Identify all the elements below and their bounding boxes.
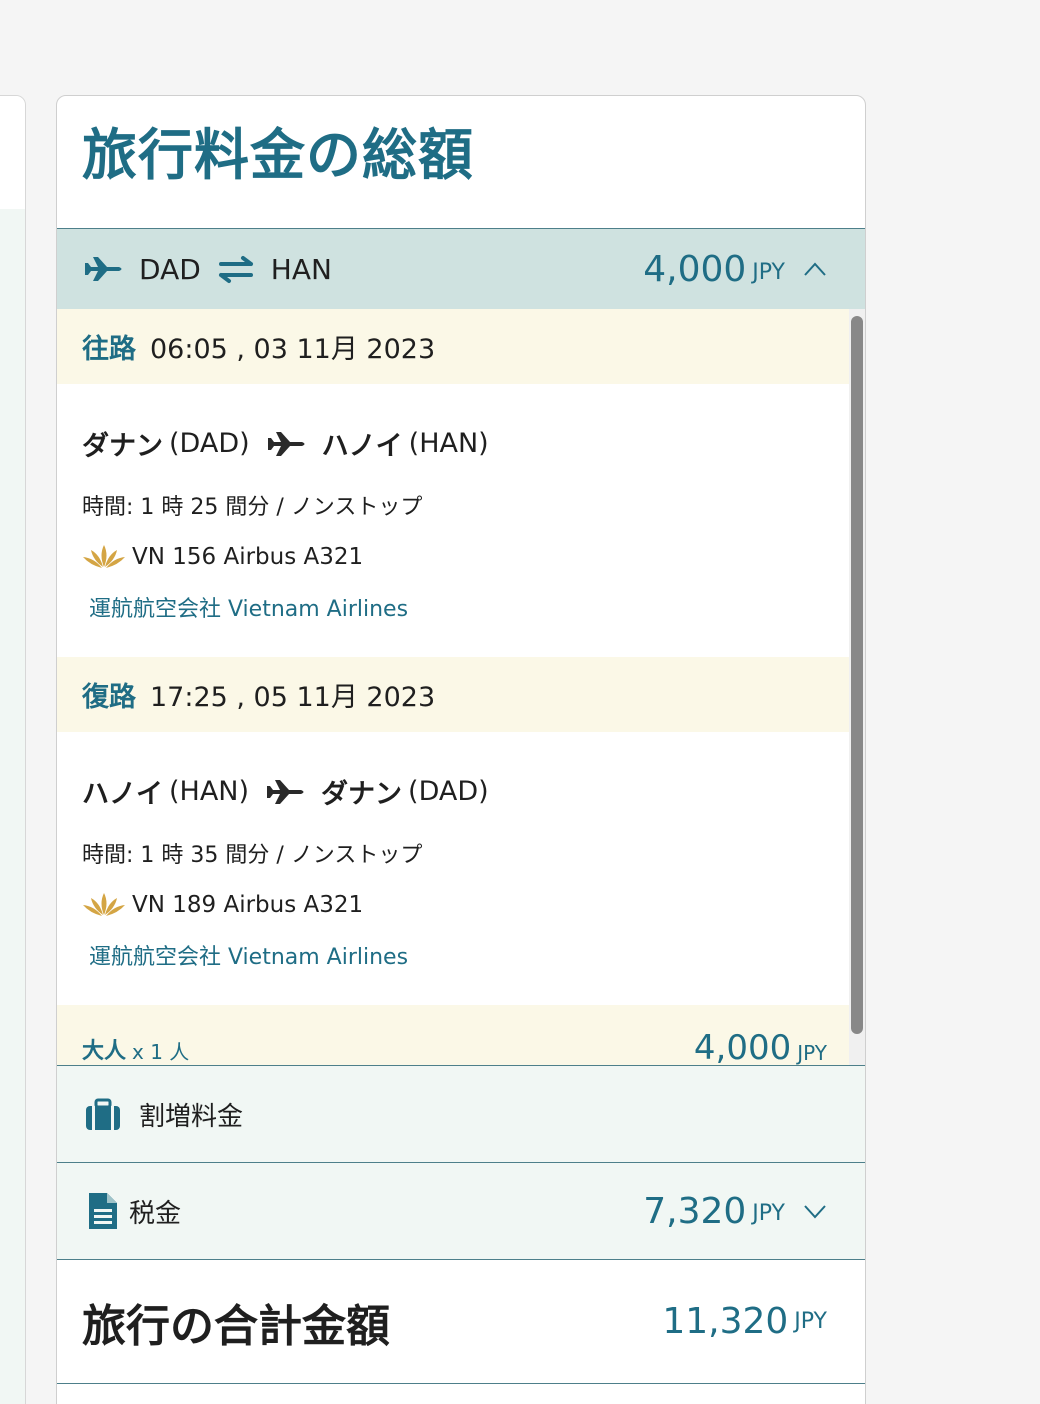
lotus-icon <box>83 893 125 916</box>
total-row: 旅行の合計金額 11,320 JPY <box>57 1259 865 1384</box>
left-panel <box>0 95 26 1404</box>
inbound-from-city: ハノイ <box>82 779 163 810</box>
outbound-datetime: 06:05 , 03 11月 2023 <box>150 334 436 365</box>
passenger-price-row: 大人 x 1 人 4,000 JPY <box>57 1005 851 1065</box>
page-title: 旅行料金の総額 <box>57 96 865 229</box>
inbound-label: 復路 <box>82 682 136 713</box>
passenger-amount: 4,000 <box>693 1028 792 1065</box>
total-label: 旅行の合計金額 <box>82 1300 390 1352</box>
inbound-duration: 時間: 1 時 35 間分 / ノンストップ <box>82 843 423 868</box>
inbound-flight: VN 189 Airbus A321 <box>82 891 851 919</box>
passenger-count: x 1 人 <box>132 1040 190 1064</box>
chevron-up-icon[interactable] <box>803 261 827 277</box>
outbound-details: ダナン (DAD) ハノイ (HAN) 時間: 1 時 25 間分 / ノンスト… <box>57 384 851 657</box>
total-amount: 11,320 <box>662 1301 789 1342</box>
plane-icon <box>85 257 122 281</box>
route-amount: 4,000 <box>643 248 747 290</box>
inbound-header: 復路 17:25 , 05 11月 2023 <box>57 657 851 732</box>
flight-details-scroll[interactable]: 往路 06:05 , 03 11月 2023 ダナン (DAD) ハノイ (HA… <box>57 309 865 1065</box>
inbound-details: ハノイ (HAN) ダナン (DAD) 時間: 1 時 35 間分 / ノンスト… <box>57 732 851 1005</box>
inbound-datetime: 17:25 , 05 11月 2023 <box>150 682 436 713</box>
passenger-currency: JPY <box>797 1041 827 1065</box>
route-destination: HAN <box>270 252 332 286</box>
route-origin: DAD <box>139 252 201 286</box>
document-icon <box>89 1193 117 1229</box>
swap-arrows-icon <box>218 256 253 283</box>
taxes-currency: JPY <box>752 1200 785 1226</box>
outbound-operator-link[interactable]: 運航航空会社 Vietnam Airlines <box>89 591 851 623</box>
outbound-to-code: (HAN) <box>408 428 489 459</box>
inbound-operator-link[interactable]: 運航航空会社 Vietnam Airlines <box>89 939 851 971</box>
outbound-label: 往路 <box>82 334 136 365</box>
luggage-icon <box>86 1098 120 1130</box>
route-header[interactable]: DAD HAN 4,000 JPY <box>57 229 865 309</box>
inbound-flight-number: VN 189 Airbus A321 <box>132 892 364 918</box>
plane-icon <box>267 779 304 804</box>
outbound-route: ダナン (DAD) ハノイ (HAN) <box>82 424 851 463</box>
outbound-to-city: ハノイ <box>321 431 403 462</box>
surcharge-label: 割増料金 <box>139 1101 244 1132</box>
outbound-header: 往路 06:05 , 03 11月 2023 <box>57 309 851 384</box>
surcharge-row[interactable]: 割増料金 <box>57 1065 865 1162</box>
outbound-flight-number: VN 156 Airbus A321 <box>132 544 364 570</box>
inbound-route: ハノイ (HAN) ダナン (DAD) <box>82 772 851 811</box>
taxes-row[interactable]: 税金 7,320 JPY <box>57 1162 865 1259</box>
lotus-icon <box>83 545 125 568</box>
taxes-label: 税金 <box>129 1198 182 1229</box>
route-currency: JPY <box>752 259 785 285</box>
taxes-amount: 7,320 <box>643 1190 747 1232</box>
price-summary-card: 旅行料金の総額 DAD HAN 4,000 JPY 往路 06:05 , 03 … <box>56 95 866 1404</box>
inbound-to-code: (DAD) <box>408 776 489 807</box>
inbound-from-code: (HAN) <box>169 776 250 807</box>
left-panel-header <box>0 96 25 209</box>
outbound-flight: VN 156 Airbus A321 <box>82 543 851 571</box>
inbound-to-city: ダナン <box>321 779 403 810</box>
plane-icon <box>267 431 305 456</box>
scrollbar-track[interactable] <box>849 309 865 1065</box>
outbound-duration: 時間: 1 時 25 間分 / ノンストップ <box>82 495 423 520</box>
chevron-down-icon[interactable] <box>803 1203 827 1219</box>
outbound-from-city: ダナン <box>82 431 163 462</box>
passenger-label: 大人 <box>82 1039 127 1064</box>
outbound-from-code: (DAD) <box>169 428 250 459</box>
scrollbar-thumb[interactable] <box>851 316 863 1034</box>
total-currency: JPY <box>794 1309 827 1334</box>
